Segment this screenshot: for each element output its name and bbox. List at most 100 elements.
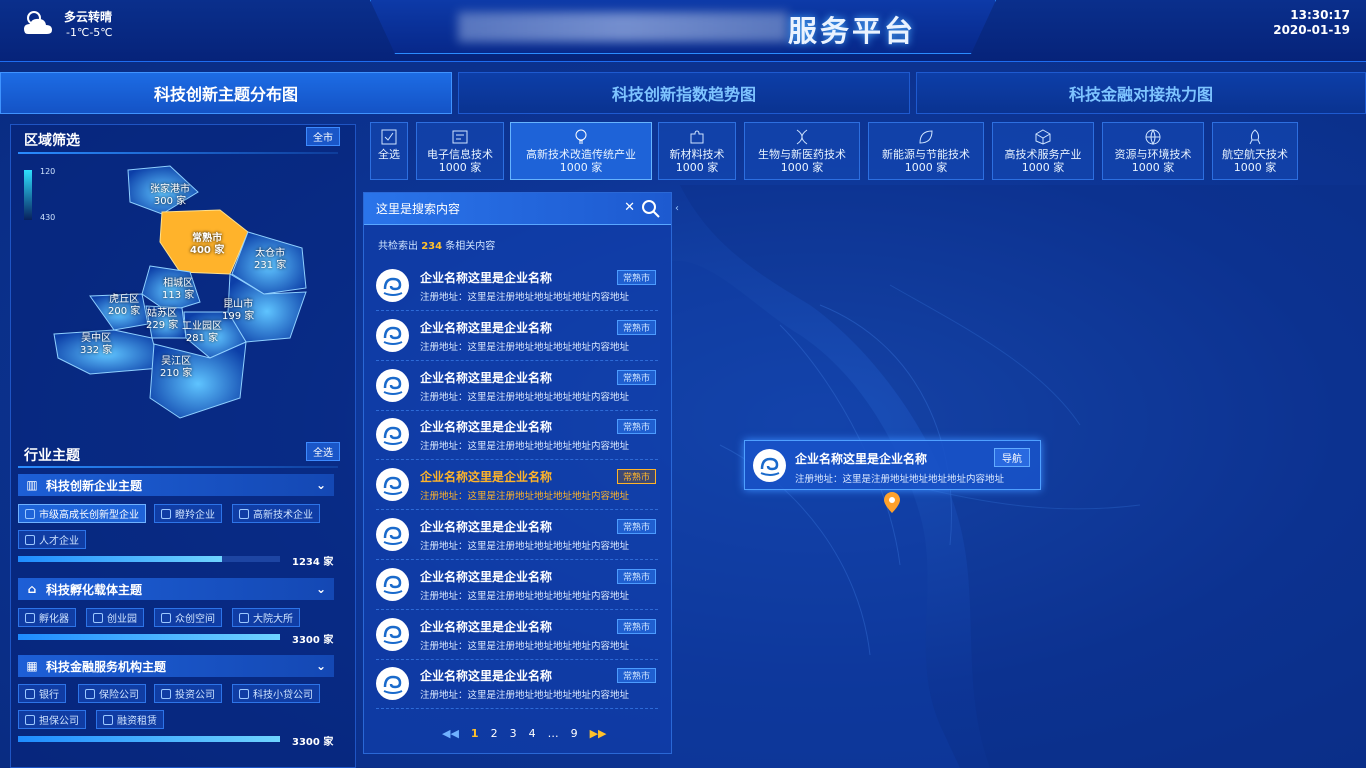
category-new-materials[interactable]: 新材料技术 1000 家 [658,122,736,180]
district-label-taicang: 太仓市 231 家 [254,248,287,271]
district-badge: 常熟市 [616,469,656,485]
company-name: 企业名称这里是企业名称 [420,569,553,584]
chip-icon [239,508,249,519]
progress-fill [18,556,223,562]
chip-institute[interactable]: 大院大所 [232,608,300,627]
chip-talent[interactable]: 人才企业 [18,530,86,549]
map-pin-icon[interactable] [884,492,900,514]
search-input[interactable]: 这里是搜索内容 ✕ [364,193,671,225]
category-biomedicine[interactable]: 生物与新医药技术 1000 家 [744,122,860,180]
chip-makerspace[interactable]: 众创空间 [154,608,222,627]
tab-heatmap[interactable]: 科技金融对接热力图 [916,72,1366,114]
chip-gazelle[interactable]: 瞪羚企业 [154,504,222,523]
group-head-finance[interactable]: ▦ 科技金融服务机构主题 ⌄ [18,655,334,677]
chip-startup-park[interactable]: 创业园 [86,608,144,627]
group-head-incubator[interactable]: ⌂ 科技孵化载体主题 ⌄ [18,578,334,600]
search-input-value: 这里是搜索内容 [376,202,461,216]
result-item[interactable]: 企业名称这里是企业名称 注册地址：这里是注册地址地址地址地址内容地址 常熟市 [376,562,658,610]
category-tech-services[interactable]: 高技术服务产业 1000 家 [992,122,1094,180]
page-9[interactable]: 9 [571,727,578,740]
checklist-icon [381,129,397,145]
chip-leasing[interactable]: 融资租赁 [96,710,164,729]
district-badge: 常熟市 [616,419,656,435]
tab-distribution[interactable]: 科技创新主题分布图 [0,72,452,114]
district-label-huqiu: 虎丘区 200 家 [108,294,141,317]
chip-hightech[interactable]: 高新技术企业 [232,504,320,523]
industry-title: 行业主题 [24,448,80,464]
category-aerospace[interactable]: 航空航天技术 1000 家 [1212,122,1298,180]
company-logo [376,567,409,601]
category-environment[interactable]: 资源与环境技术 1000 家 [1102,122,1204,180]
search-icon[interactable] [641,199,661,219]
region-wujiang[interactable] [149,341,247,419]
result-item[interactable]: 企业名称这里是企业名称 注册地址：这里是注册地址地址地址地址内容地址 常熟市 [376,263,658,311]
map-popup[interactable]: 企业名称这里是企业名称 注册地址：这里是注册地址地址地址地址内容地址 导航 [744,440,1041,490]
chip-bank[interactable]: 银行 [18,684,66,703]
chip-insurance[interactable]: 保险公司 [78,684,146,703]
group-title: 科技创新企业主题 [46,478,143,493]
progress-fill [18,634,280,640]
progress-group-1 [18,556,280,562]
chevron-down-icon[interactable]: ⌄ [316,582,326,596]
page-2[interactable]: 2 [491,727,498,740]
result-item[interactable]: 企业名称这里是企业名称 注册地址：这里是注册地址地址地址地址内容地址 常熟市 [376,363,658,411]
company-logo [376,368,409,402]
company-address: 注册地址：这里是注册地址地址地址地址内容地址 [420,341,630,353]
district-label-industrial-park: 工业园区 281 家 [182,321,222,344]
next-page-icon[interactable]: ▶▶ [590,727,607,740]
prev-page-icon[interactable]: ◀◀ [442,727,459,740]
company-logo [376,667,409,701]
result-item[interactable]: 企业名称这里是企业名称 注册地址：这里是注册地址地址地址地址内容地址 常熟市 [376,462,658,511]
chip-guarantee[interactable]: 担保公司 [18,710,86,729]
page-title: 服务平台 [788,14,917,48]
chevron-down-icon[interactable]: ⌄ [316,478,326,492]
region-filter-title: 区域筛选 [24,133,80,149]
result-item[interactable]: 企业名称这里是企业名称 注册地址：这里是注册地址地址地址地址内容地址 常熟市 [376,313,658,361]
chip-microloan[interactable]: 科技小贷公司 [232,684,320,703]
result-item[interactable]: 企业名称这里是企业名称 注册地址：这里是注册地址地址地址地址内容地址 常熟市 [376,661,658,710]
company-logo [753,449,786,482]
navigate-button[interactable]: 导航 [994,448,1030,467]
clock: 13:30:17 2020-01-19 [1273,8,1350,38]
chip-incubator[interactable]: 孵化器 [18,608,76,627]
chip-icon [25,714,35,725]
page-1[interactable]: 1 [471,727,479,740]
collapse-arrow-icon[interactable]: ‹ [675,203,679,214]
rocket-icon [1249,129,1261,145]
chip-icon [25,688,35,699]
chevron-down-icon[interactable]: ⌄ [316,659,326,673]
group-head-innovation[interactable]: ▥ 科技创新企业主题 ⌄ [18,474,334,496]
dna-icon [796,129,808,145]
category-new-energy[interactable]: 新能源与节能技术 1000 家 [868,122,984,180]
region-all-button[interactable]: 全市 [306,127,340,146]
search-summary: 共检索出 234 条相关内容 [378,241,496,252]
page-3[interactable]: 3 [510,727,517,740]
top-header: 多云转晴 -1℃-5℃ 服务平台 13:30:17 2020-01-19 [0,0,1366,62]
result-item[interactable]: 企业名称这里是企业名称 注册地址：这里是注册地址地址地址地址内容地址 常熟市 [376,612,658,660]
category-traditional-upgrade[interactable]: 高新技术改造传统产业 1000 家 [510,122,652,180]
lightbulb-icon [575,129,587,144]
main-tabs: 科技创新主题分布图 科技创新指数趋势图 科技金融对接热力图 [0,72,1366,114]
company-name: 企业名称这里是企业名称 [420,320,553,335]
category-electronics[interactable]: 电子信息技术 1000 家 [416,122,504,180]
chip-icon [161,508,171,519]
company-logo [376,269,409,302]
district-label-xiangcheng: 相城区 113 家 [162,278,195,301]
industry-title-underline [18,466,338,468]
result-item[interactable]: 企业名称这里是企业名称 注册地址：这里是注册地址地址地址地址内容地址 常熟市 [376,512,658,560]
progress-group-3 [18,736,280,742]
chip-icon [103,714,113,725]
result-item[interactable]: 企业名称这里是企业名称 注册地址：这里是注册地址地址地址地址内容地址 常熟市 [376,412,658,461]
chip-investment[interactable]: 投资公司 [154,684,222,703]
industry-all-button[interactable]: 全选 [306,442,340,461]
chip-high-growth[interactable]: 市级高成长创新型企业 [18,504,146,523]
tab-index-trend[interactable]: 科技创新指数趋势图 [458,72,910,114]
district-label-kunshan: 昆山市 199 家 [222,299,255,322]
page-4[interactable]: 4 [529,727,536,740]
category-all[interactable]: 全选 [370,122,408,180]
results-panel: 这里是搜索内容 ✕ ‹ 共检索出 234 条相关内容 企业名称这里是企业名称 注册… [363,192,679,754]
person-icon [25,534,35,545]
chip-icon [25,508,35,519]
company-address: 注册地址：这里是注册地址地址地址地址内容地址 [420,292,630,303]
clear-icon[interactable]: ✕ [624,200,635,215]
